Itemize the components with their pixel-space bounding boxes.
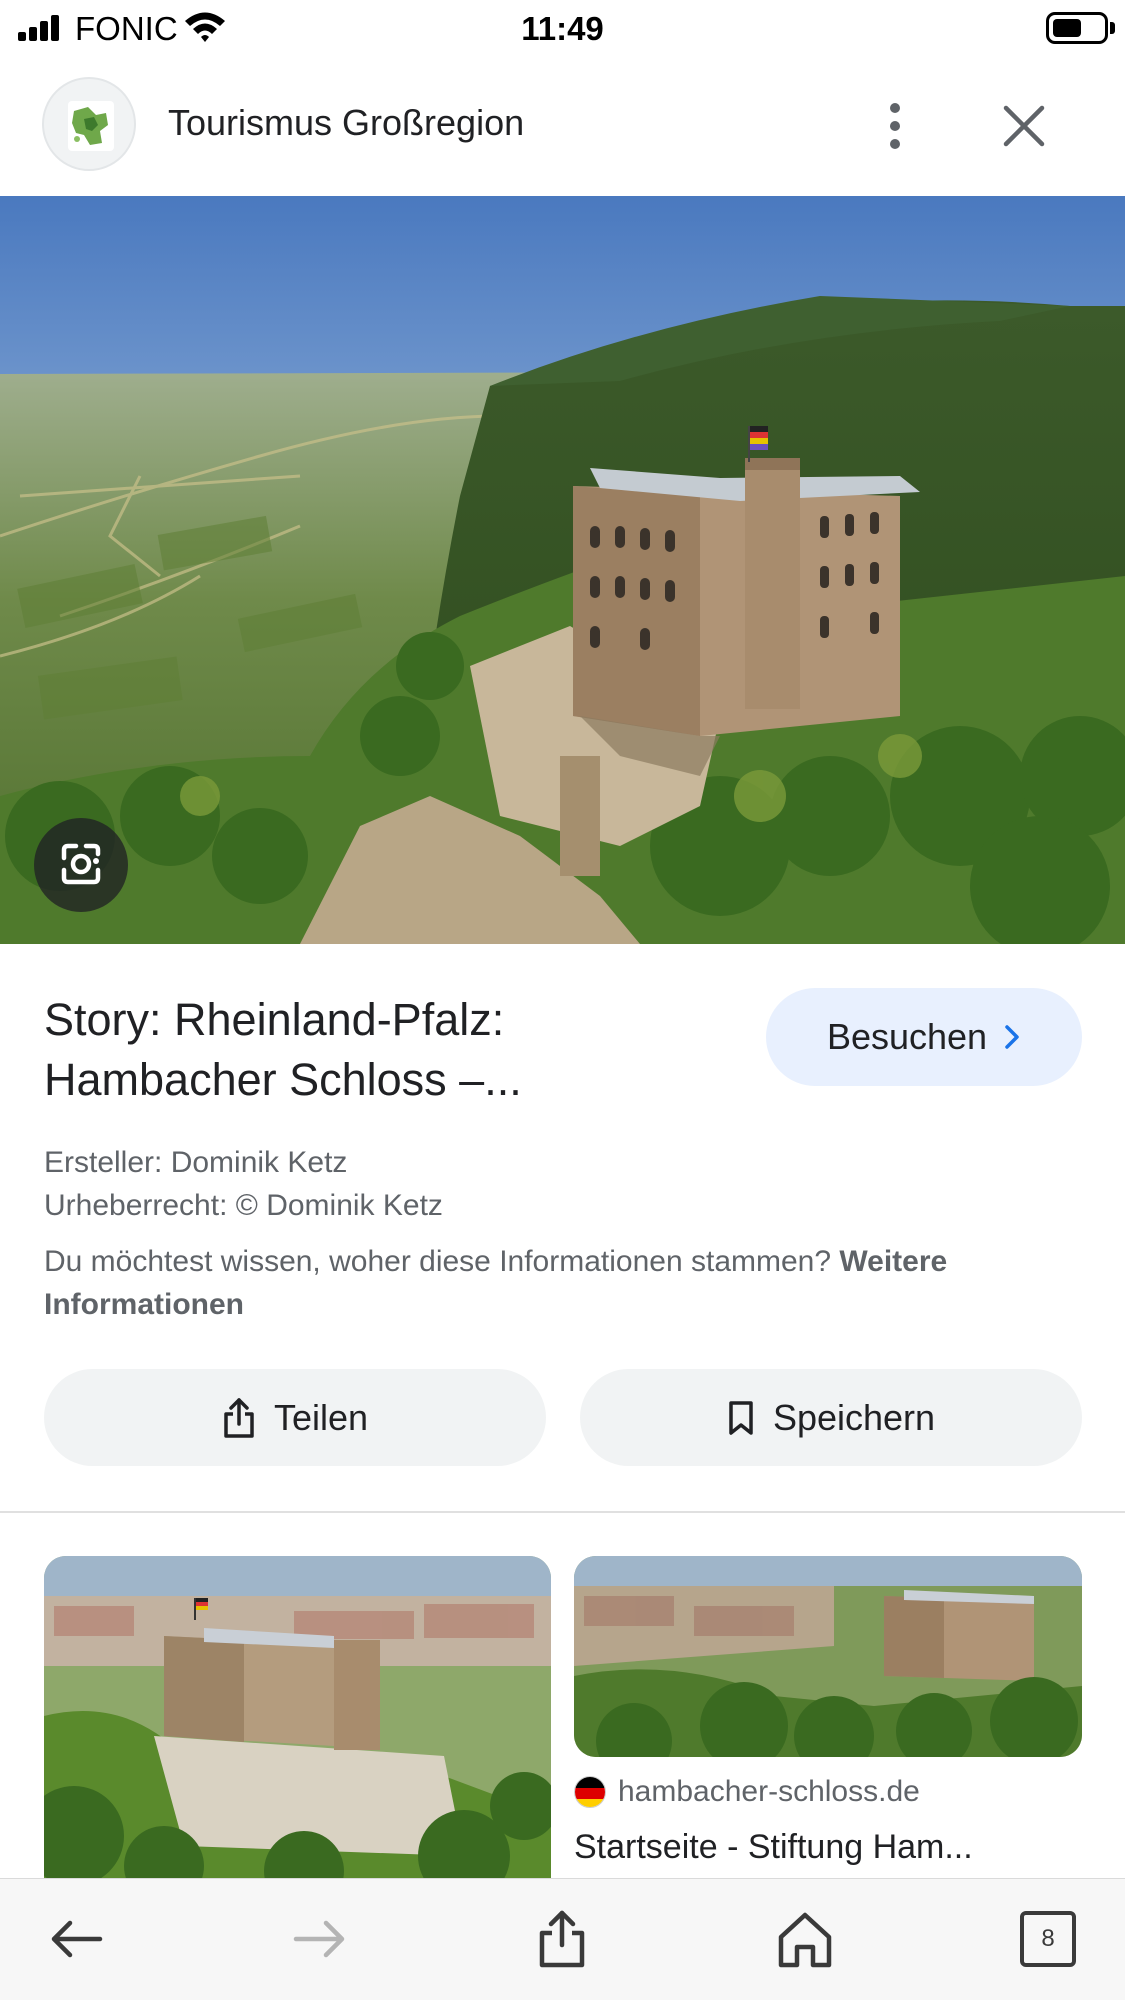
save-button-label: Speichern bbox=[772, 1396, 936, 1438]
tabs-button[interactable]: 8 bbox=[1020, 1911, 1076, 1967]
visit-button[interactable]: Besuchen bbox=[766, 988, 1082, 1086]
google-lens-button[interactable] bbox=[34, 818, 128, 912]
copyright-text: Urheberrecht: © Dominik Ketz bbox=[44, 1189, 443, 1222]
related-image-2[interactable] bbox=[574, 1556, 1082, 1757]
story-title[interactable]: Story: Rheinland-Pfalz: Hambacher Schlos… bbox=[44, 990, 744, 1110]
info-text: Du möchtest wissen, woher diese Informat… bbox=[44, 1240, 1094, 1326]
page-header: Tourismus Großregion bbox=[0, 62, 1125, 196]
story-title-line-1: Story: Rheinland-Pfalz: bbox=[44, 994, 505, 1045]
site-title: Tourismus Großregion bbox=[168, 102, 525, 143]
google-lens-icon bbox=[61, 843, 101, 885]
status-bar: FONIC 11:49 bbox=[0, 0, 1125, 58]
share-button-label: Teilen bbox=[273, 1396, 369, 1438]
related-source[interactable]: hambacher-schloss.de bbox=[574, 1775, 920, 1809]
home-icon[interactable] bbox=[773, 1907, 837, 1971]
hero-image[interactable] bbox=[0, 196, 1125, 944]
german-flag-icon bbox=[574, 1776, 606, 1808]
castle-side-thumbnail bbox=[574, 1556, 1082, 1757]
creator-text: Ersteller: Dominik Ketz bbox=[44, 1146, 348, 1179]
battery-icon bbox=[1046, 12, 1108, 44]
related-title[interactable]: Startseite - Stiftung Ham... bbox=[574, 1828, 973, 1867]
site-logo[interactable] bbox=[42, 77, 136, 171]
share-icon[interactable] bbox=[530, 1907, 594, 1971]
arrow-back-icon[interactable] bbox=[44, 1907, 108, 1971]
bottom-toolbar: 8 bbox=[0, 1878, 1125, 2000]
castle-aerial-thumbnail bbox=[44, 1556, 551, 1886]
share-icon bbox=[224, 1397, 254, 1438]
save-button[interactable]: Speichern bbox=[580, 1369, 1082, 1466]
visit-button-label: Besuchen bbox=[826, 1016, 988, 1057]
close-icon[interactable] bbox=[1000, 102, 1048, 150]
info-question: Du möchtest wissen, woher diese Informat… bbox=[44, 1245, 840, 1278]
source-domain: hambacher-schloss.de bbox=[618, 1775, 920, 1808]
arrow-forward-icon[interactable] bbox=[288, 1907, 352, 1971]
section-divider bbox=[0, 1511, 1125, 1513]
share-button[interactable]: Teilen bbox=[44, 1369, 546, 1466]
more-vert-icon[interactable] bbox=[878, 100, 912, 152]
bookmark-icon bbox=[729, 1400, 753, 1435]
related-image-1[interactable] bbox=[44, 1556, 551, 1886]
story-title-line-2: Hambacher Schloss –... bbox=[44, 1054, 522, 1105]
chevron-right-icon bbox=[1005, 1025, 1019, 1049]
region-map-icon bbox=[68, 101, 114, 151]
battery-cap bbox=[1110, 22, 1115, 34]
tabs-count: 8 bbox=[1041, 1925, 1055, 1952]
castle-landscape-image bbox=[0, 196, 1125, 944]
status-time: 11:49 bbox=[521, 10, 604, 47]
